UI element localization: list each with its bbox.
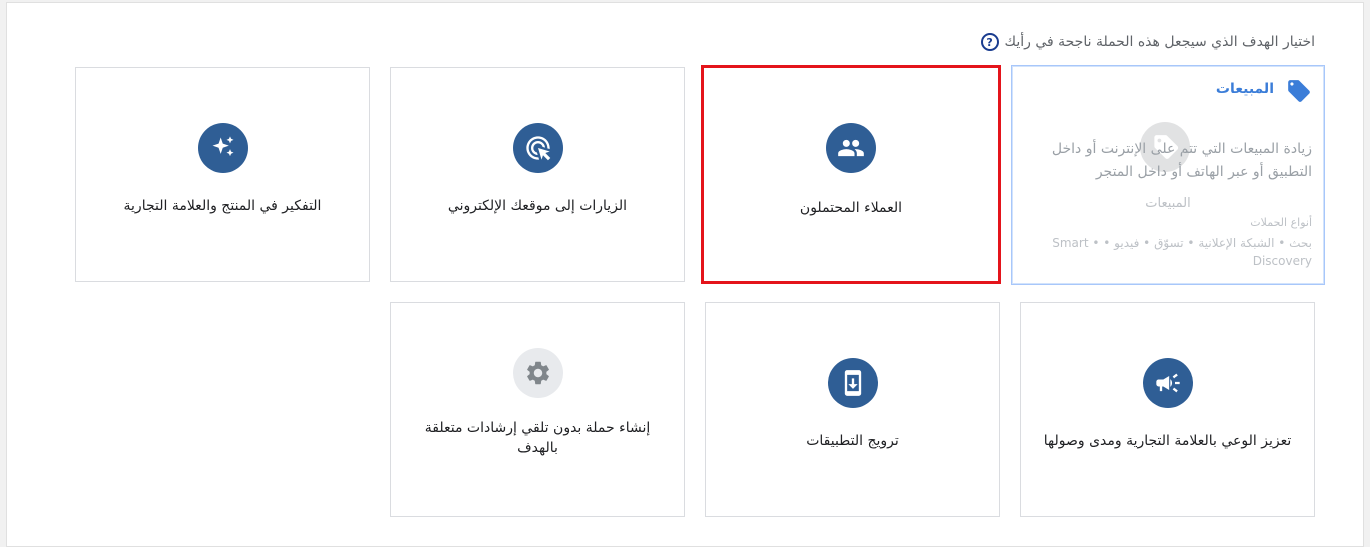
cursor-click-icon [512, 123, 563, 173]
sparkle-icon [197, 123, 248, 173]
goal-card-leads[interactable]: العملاء المحتملون [701, 65, 1001, 284]
campaign-types-label: أنواع الحملات [1250, 216, 1312, 229]
goal-card-awareness[interactable]: تعزيز الوعي بالعلامة التجارية ومدى وصوله… [1020, 302, 1315, 517]
goal-heading: اختيار الهدف الذي سيجعل هذه الحملة ناجحة… [980, 33, 1315, 51]
awareness-label: تعزيز الوعي بالعلامة التجارية ومدى وصوله… [1043, 433, 1292, 449]
no-goal-label: إنشاء حملة بدون تلقي إرشادات متعلقة باله… [424, 420, 651, 456]
people-icon [826, 123, 876, 173]
app-promotion-label: ترويج التطبيقات [806, 433, 899, 449]
consideration-label: التفكير في المنتج والعلامة التجارية [123, 198, 322, 214]
goal-heading-text: اختيار الهدف الذي سيجعل هذه الحملة ناجحة… [1004, 34, 1315, 50]
help-icon[interactable]: ? [980, 33, 999, 51]
sales-description: زيادة المبيعات التي تتم على الإنترنت أو … [1051, 141, 1312, 180]
gear-icon [512, 348, 563, 398]
goal-card-traffic[interactable]: الزيارات إلى موقعك الإلكتروني [390, 67, 685, 282]
sales-subtitle: المبيعات [1145, 196, 1191, 211]
goal-card-consideration[interactable]: التفكير في المنتج والعلامة التجارية [75, 67, 370, 282]
goal-card-no-goal[interactable]: إنشاء حملة بدون تلقي إرشادات متعلقة باله… [390, 302, 685, 517]
tag-icon [1288, 80, 1310, 102]
megaphone-icon [1142, 358, 1193, 408]
campaign-types-list: بحث • الشبكة الإعلانية • تسوّق • فيديو •… [1052, 236, 1312, 268]
goal-card-app-promotion[interactable]: ترويج التطبيقات [705, 302, 1000, 517]
goal-card-sales[interactable]: المبيعات زيادة المبيعات التي تتم على الإ… [1011, 65, 1325, 285]
sales-title: المبيعات [1215, 81, 1274, 97]
traffic-label: الزيارات إلى موقعك الإلكتروني [447, 198, 628, 214]
phone-download-icon [827, 358, 878, 408]
leads-label: العملاء المحتملون [799, 200, 903, 216]
